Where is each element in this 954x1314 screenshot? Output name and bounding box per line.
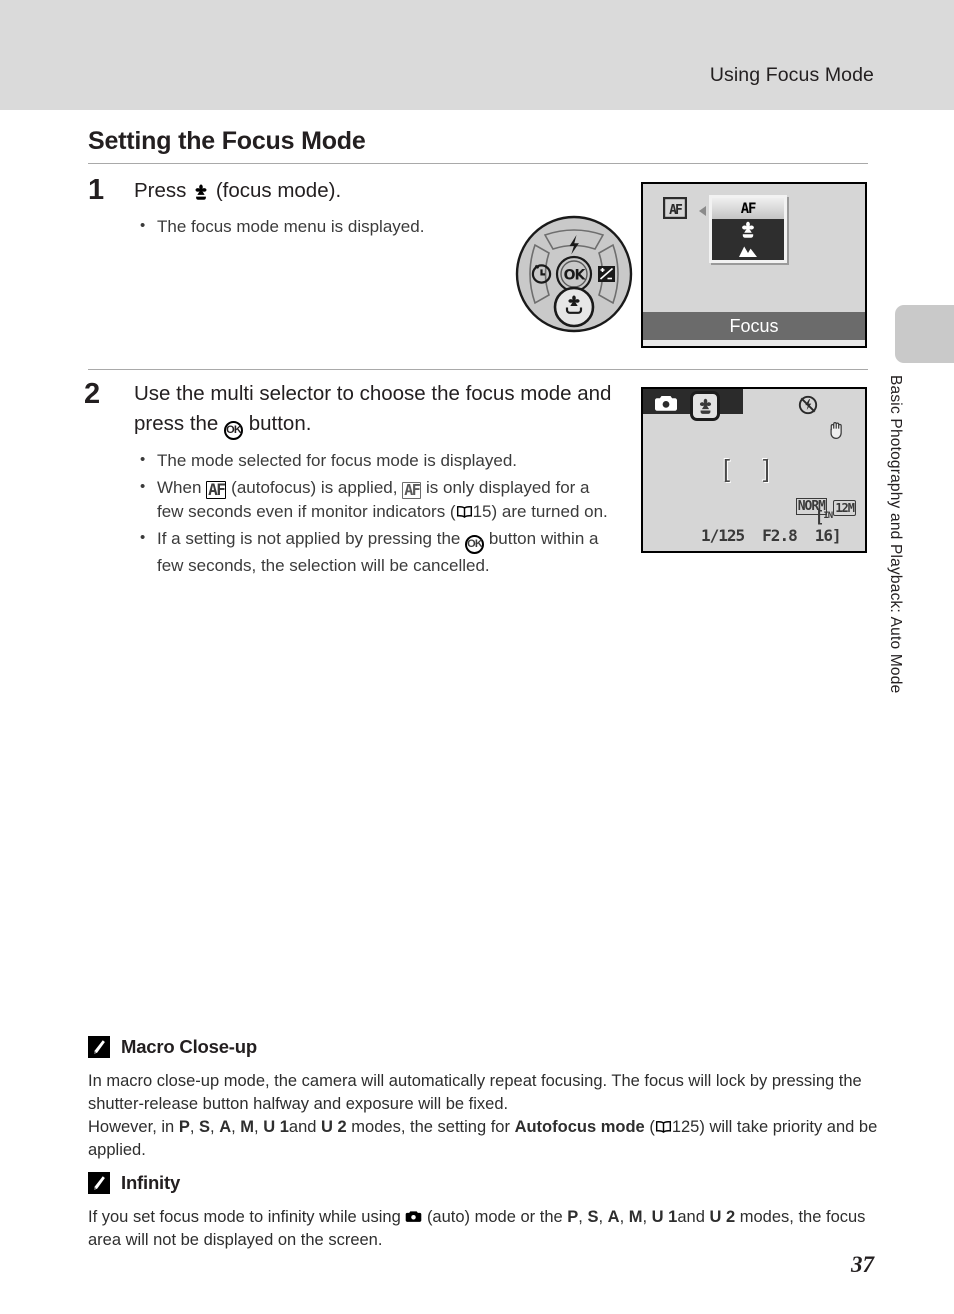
page-reference: 15: [472, 502, 492, 521]
mode-a: A: [607, 1208, 620, 1226]
focus-area-brackets: [ ]: [723, 455, 783, 483]
note-line-1: In macro close-up mode, the camera will …: [88, 1072, 862, 1113]
step-2-heading-post: button.: [248, 412, 312, 435]
mode-p: P: [567, 1208, 579, 1226]
svg-text:OK: OK: [564, 268, 587, 284]
camera-auto-icon: [405, 1208, 422, 1222]
step-1-bullets: The focus mode menu is displayed.: [134, 214, 514, 240]
page-header-band: [0, 0, 954, 110]
infinity-mountain-icon: [739, 246, 757, 257]
step-1-number: 1: [88, 174, 105, 206]
step-1-heading-post: (focus mode).: [215, 179, 342, 202]
note-macro-close-up: Macro Close-up In macro close-up mode, t…: [88, 1036, 878, 1162]
menu-item-macro[interactable]: [712, 219, 784, 240]
note-header: Macro Close-up: [88, 1036, 878, 1058]
lcd-focus-menu-screen: AF AF Focus: [641, 182, 867, 348]
multi-selector-dial: OK: [515, 215, 633, 333]
step-2-bullets: The mode selected for focus mode is disp…: [134, 448, 619, 579]
step-1-heading: Press (focus mode).: [134, 176, 514, 206]
menu-item-infinity[interactable]: [712, 240, 784, 261]
vibration-reduction-icon: [827, 421, 846, 445]
mode-u2: U 2: [709, 1208, 736, 1226]
page-title: Setting the Focus Mode: [88, 127, 366, 155]
bullet-item: If a setting is not applied by pressing …: [134, 526, 619, 579]
mode-s: S: [199, 1118, 211, 1136]
manual-page: Using Focus Mode Basic Photography and P…: [0, 0, 954, 1314]
shots-remaining-value: 16: [814, 526, 833, 545]
macro-flower-icon: [699, 398, 711, 414]
focus-mode-indicator: [690, 391, 720, 421]
af-indicator-icon: AF: [662, 196, 688, 224]
shutter-speed-value: 1/125: [701, 526, 745, 545]
mode-p: P: [178, 1118, 190, 1136]
note-body: In macro close-up mode, the camera will …: [88, 1072, 878, 1159]
mode-s: S: [587, 1208, 599, 1226]
divider-middle: [88, 369, 868, 370]
flash-off-icon: [798, 395, 818, 420]
camera-auto-icon: [654, 395, 678, 418]
note-line-1-pre: If you set focus mode to infinity while …: [88, 1208, 401, 1226]
step-2-body: Use the multi selector to choose the foc…: [134, 379, 619, 580]
bullet-text-part: When: [157, 477, 202, 497]
book-reference-icon: [456, 502, 473, 519]
memory-label: IN: [823, 511, 833, 521]
aperture-value: F2.8: [762, 526, 798, 545]
af-icon-small: AF: [402, 480, 422, 499]
note-line-1-mid: (auto) mode or the: [426, 1208, 563, 1226]
exposure-info-row: 1/125 F2.8 [IN 16]: [643, 507, 865, 545]
mode-a: A: [219, 1118, 232, 1136]
step-1-body: Press (focus mode). The focus mode menu …: [134, 176, 514, 242]
bullet-item: The mode selected for focus mode is disp…: [134, 448, 619, 474]
mode-u1: U 1: [263, 1118, 289, 1136]
bullet-text-part: (autofocus) is applied,: [231, 477, 398, 497]
menu-item-af[interactable]: AF: [712, 198, 784, 219]
shots-remaining-indicator: [IN 16]: [814, 507, 842, 545]
note-body: If you set focus mode to infinity while …: [88, 1208, 866, 1249]
macro-flower-icon: [553, 286, 595, 328]
note-title: Macro Close-up: [121, 1036, 257, 1057]
bullet-item: The focus mode menu is displayed.: [134, 214, 514, 240]
pencil-icon: [88, 1172, 110, 1194]
menu-caption: Focus: [643, 312, 865, 340]
step-2-heading-pre: Use the multi selector to choose the foc…: [134, 382, 612, 435]
note-infinity: Infinity If you set focus mode to infini…: [88, 1172, 878, 1252]
chapter-tab: [895, 305, 954, 363]
ok-button-icon: OK: [555, 255, 593, 293]
page-number: 37: [851, 1252, 874, 1277]
note-header: Infinity: [88, 1172, 878, 1194]
af-icon: AF: [206, 479, 227, 499]
book-reference-icon: [655, 1118, 672, 1134]
menu-pointer-caret: [699, 206, 706, 216]
mode-u2: U 2: [321, 1118, 347, 1136]
note-line-2-pre: However, in: [88, 1118, 175, 1136]
step-2-heading: Use the multi selector to choose the foc…: [134, 379, 619, 440]
bullet-item: When AF (autofocus) is applied, AF is on…: [134, 475, 619, 525]
running-header-title: Using Focus Mode: [709, 64, 874, 86]
lcd-bottom-strip: [643, 340, 865, 346]
note-title: Infinity: [121, 1172, 181, 1193]
menu-item-af-label: AF: [740, 200, 757, 217]
macro-flower-icon: [742, 221, 754, 238]
ok-button-icon: OK: [224, 421, 244, 440]
divider-top: [88, 163, 868, 164]
mode-m: M: [628, 1208, 643, 1226]
ok-button-icon: OK: [465, 534, 485, 554]
focus-mode-menu-panel: AF: [709, 195, 787, 263]
autofocus-mode-reference: Autofocus mode: [514, 1118, 645, 1136]
chapter-tab-label: Basic Photography and Playback: Auto Mod…: [887, 375, 904, 694]
note-line-2-mid: modes, the setting for: [351, 1118, 510, 1136]
pencil-icon: [88, 1036, 110, 1058]
step-1-heading-pre: Press: [134, 179, 187, 202]
lcd-shooting-screen: [ ] NORM 12M 1/125 F2.8 [IN 16]: [641, 387, 867, 553]
page-reference: 125: [671, 1118, 700, 1136]
mode-u1: U 1: [651, 1208, 678, 1226]
bullet-text-part: ) are turned on.: [491, 502, 608, 521]
bullet-text-part: If a setting is not applied by pressing …: [157, 528, 461, 548]
exposure-compensation-icon: [598, 266, 615, 282]
mode-m: M: [240, 1118, 255, 1136]
svg-text:AF: AF: [669, 203, 683, 218]
step-2-number: 2: [84, 378, 101, 410]
macro-flower-icon: [192, 179, 210, 200]
